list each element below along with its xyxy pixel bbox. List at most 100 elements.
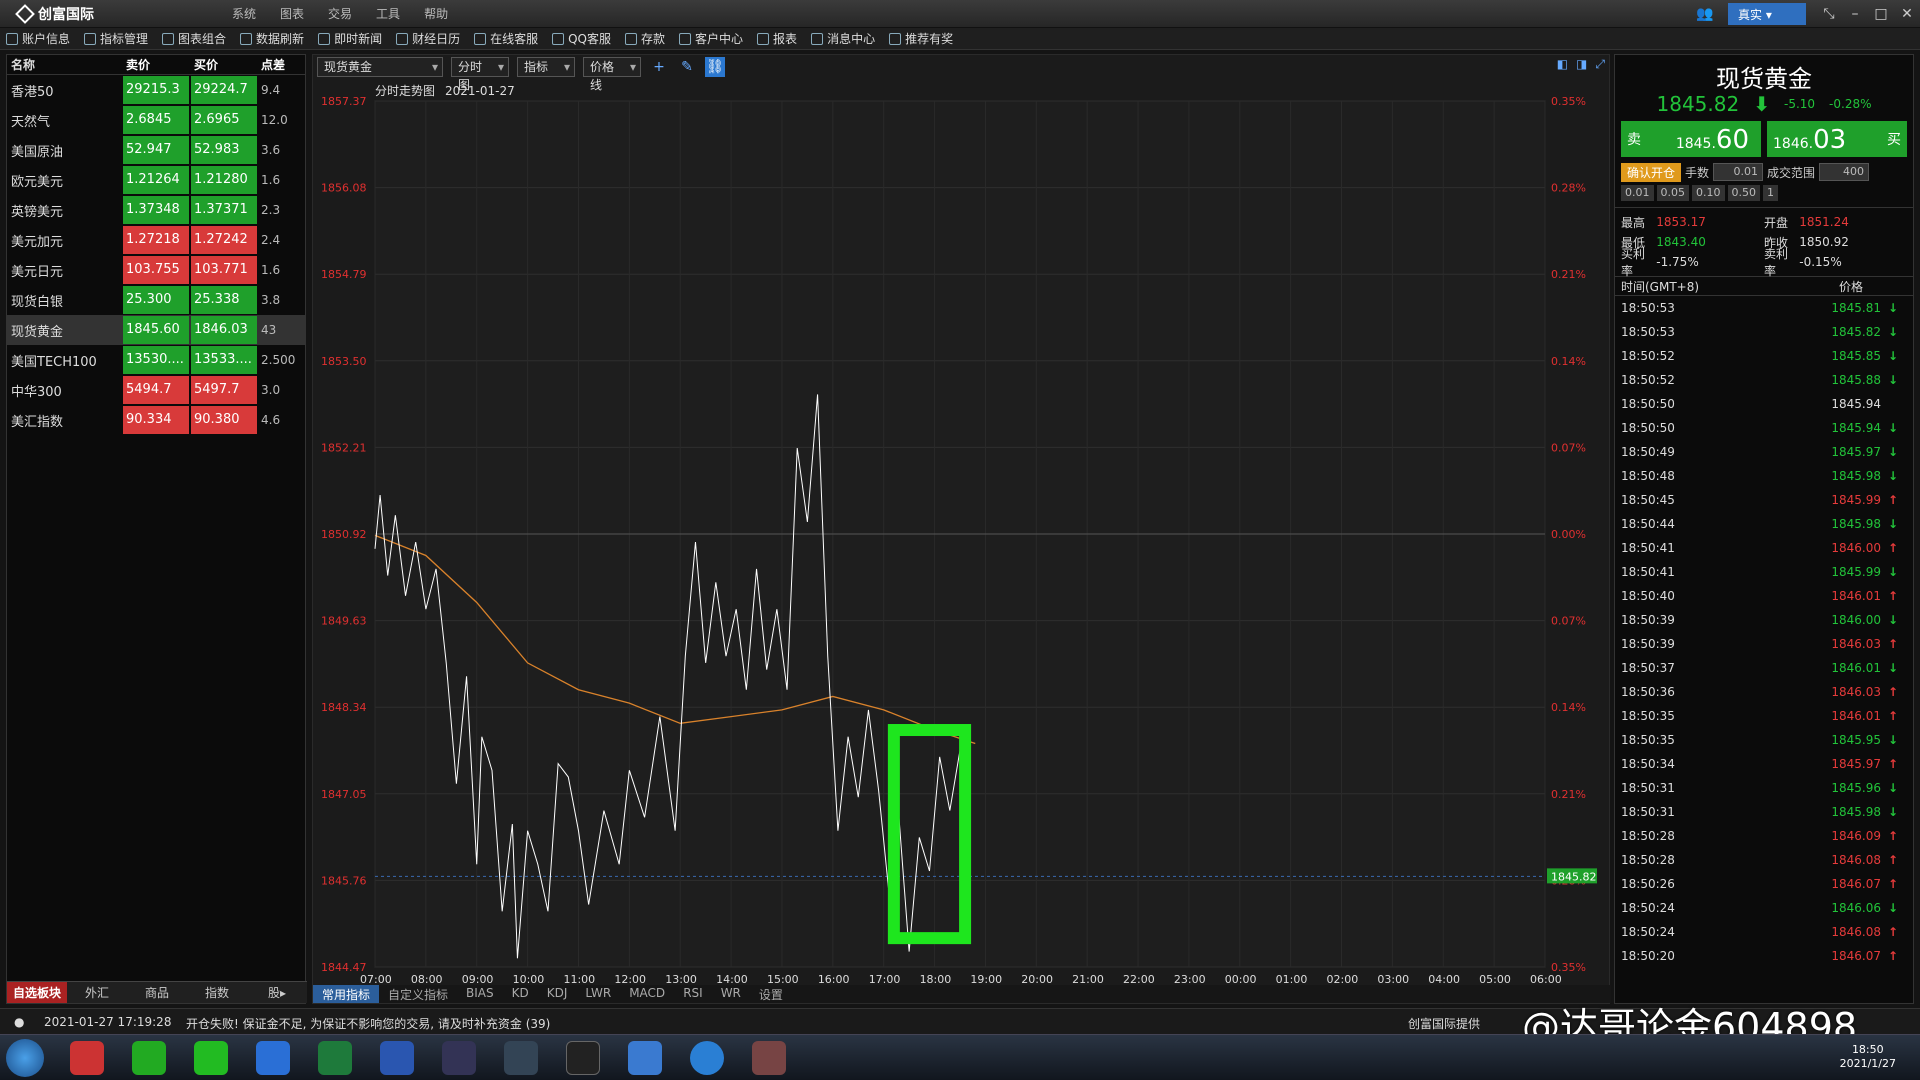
excel-icon[interactable]: [318, 1041, 352, 1075]
link-icon[interactable]: ⛓: [705, 57, 725, 77]
fullscreen-icon[interactable]: ⤢: [1595, 57, 1605, 72]
bid-price[interactable]: 1.27218: [123, 226, 189, 254]
toolbar-item-5[interactable]: 财经日历: [396, 30, 460, 47]
bid-price[interactable]: 90.334: [123, 406, 189, 434]
user-icon[interactable]: 👥: [1692, 6, 1718, 22]
bid-price[interactable]: 2.6845: [123, 106, 189, 134]
watchlist-row[interactable]: 中华300 5494.7 5497.7 3.0: [7, 375, 305, 405]
paint-icon[interactable]: [752, 1041, 786, 1075]
watchlist-row[interactable]: 美国TECH100 13530.... 13533.... 2.500: [7, 345, 305, 375]
watchlist-row[interactable]: 美国原油 52.947 52.983 3.6: [7, 135, 305, 165]
maximize-button[interactable]: □: [1868, 6, 1894, 22]
chart-app-icon[interactable]: [442, 1041, 476, 1075]
toolbar-item-1[interactable]: 指标管理: [84, 30, 148, 47]
watchlist-row[interactable]: 英镑美元 1.37348 1.37371 2.3: [7, 195, 305, 225]
watchlist-tab-2[interactable]: 商品: [127, 982, 187, 1003]
word-icon[interactable]: [380, 1041, 414, 1075]
layout-right-icon[interactable]: ◨: [1576, 57, 1587, 72]
indicator-tab-9[interactable]: 设置: [750, 985, 792, 1003]
lot-preset[interactable]: 1: [1763, 185, 1778, 201]
layout-left-icon[interactable]: ◧: [1557, 57, 1568, 72]
window-icon[interactable]: [628, 1041, 662, 1075]
watchlist-row[interactable]: 欧元美元 1.21264 1.21280 1.6: [7, 165, 305, 195]
shrink-icon[interactable]: ⤡: [1816, 6, 1842, 22]
app-icon-1[interactable]: [70, 1041, 104, 1075]
watchlist-row[interactable]: 现货白银 25.300 25.338 3.8: [7, 285, 305, 315]
toolbar-item-2[interactable]: 图表组合: [162, 30, 226, 47]
ask-price[interactable]: 52.983: [191, 136, 257, 164]
ask-price[interactable]: 1.37371: [191, 196, 257, 224]
buy-button[interactable]: 1846.03 买: [1767, 121, 1907, 157]
lots-input[interactable]: 0.01: [1713, 163, 1764, 181]
start-button[interactable]: [6, 1039, 44, 1077]
watchlist-tab-0[interactable]: 自选板块: [7, 982, 67, 1003]
toolbar-item-9[interactable]: 客户中心: [679, 30, 743, 47]
ask-price[interactable]: 1846.03: [191, 316, 257, 344]
menu-tools[interactable]: 工具: [376, 5, 400, 22]
toolbar-item-6[interactable]: 在线客服: [474, 30, 538, 47]
ask-price[interactable]: 1.21280: [191, 166, 257, 194]
ask-price[interactable]: 1.27242: [191, 226, 257, 254]
ask-price[interactable]: 25.338: [191, 286, 257, 314]
sogou-icon[interactable]: [690, 1041, 724, 1075]
toolbar-item-7[interactable]: QQ客服: [552, 30, 611, 47]
toolbar-item-10[interactable]: 报表: [757, 30, 797, 47]
watchlist-row[interactable]: 美元加元 1.27218 1.27242 2.4: [7, 225, 305, 255]
lot-preset[interactable]: 0.01: [1621, 185, 1654, 201]
watchlist-row[interactable]: 天然气 2.6845 2.6965 12.0: [7, 105, 305, 135]
menu-chart[interactable]: 图表: [280, 5, 304, 22]
sell-button[interactable]: 卖 1845.60: [1621, 121, 1761, 157]
crosshair-icon[interactable]: +: [649, 57, 669, 77]
bid-price[interactable]: 1.21264: [123, 166, 189, 194]
ask-price[interactable]: 103.771: [191, 256, 257, 284]
clock[interactable]: 18:50 2021/1/27: [1840, 1043, 1896, 1071]
watchlist-tab-1[interactable]: 外汇: [67, 982, 127, 1003]
indicator-tab-0[interactable]: 常用指标: [313, 985, 380, 1003]
wechat-icon[interactable]: [194, 1041, 228, 1075]
watchlist-row[interactable]: 美汇指数 90.334 90.380 4.6: [7, 405, 305, 435]
toolbar-item-4[interactable]: 即时新闻: [318, 30, 382, 47]
bid-price[interactable]: 52.947: [123, 136, 189, 164]
indicator-tab-7[interactable]: RSI: [674, 985, 712, 1003]
indicator-tab-5[interactable]: LWR: [576, 985, 620, 1003]
watchlist-row[interactable]: 香港50 29215.3 29224.7 9.4: [7, 75, 305, 105]
bid-price[interactable]: 1.37348: [123, 196, 189, 224]
ask-price[interactable]: 29224.7: [191, 76, 257, 104]
toolbar-item-8[interactable]: 存款: [625, 30, 665, 47]
indicator-select[interactable]: 指标: [517, 57, 575, 77]
col-spread[interactable]: 点差: [257, 56, 305, 73]
toolbar-item-0[interactable]: 账户信息: [6, 30, 70, 47]
toolbar-item-11[interactable]: 消息中心: [811, 30, 875, 47]
col-name[interactable]: 名称: [7, 56, 123, 73]
indicator-tab-6[interactable]: MACD: [620, 985, 674, 1003]
bid-price[interactable]: 25.300: [123, 286, 189, 314]
watchlist-tab-4[interactable]: 股▸: [247, 982, 307, 1003]
ask-price[interactable]: 2.6965: [191, 106, 257, 134]
account-mode-select[interactable]: 真实 ▾: [1728, 3, 1806, 25]
watchlist-row[interactable]: 现货黄金 1845.60 1846.03 43: [7, 315, 305, 345]
toolbar-item-12[interactable]: 推荐有奖: [889, 30, 953, 47]
intraday-chart[interactable]: 1857.37 0.35% 1856.08 0.28% 1854.79 0.21% 1853…: [313, 79, 1611, 987]
menu-trade[interactable]: 交易: [328, 5, 352, 22]
bid-price[interactable]: 29215.3: [123, 76, 189, 104]
iqiyi-icon[interactable]: [132, 1041, 166, 1075]
menu-help[interactable]: 帮助: [424, 5, 448, 22]
col-ask[interactable]: 买价: [191, 51, 257, 79]
bid-price[interactable]: 103.755: [123, 256, 189, 284]
range-input[interactable]: 400: [1819, 163, 1870, 181]
pencil-icon[interactable]: ✎: [677, 57, 697, 77]
col-bid[interactable]: 卖价: [123, 51, 189, 79]
ask-price[interactable]: 13533....: [191, 346, 257, 374]
bid-price[interactable]: 5494.7: [123, 376, 189, 404]
ask-price[interactable]: 90.380: [191, 406, 257, 434]
bid-price[interactable]: 1845.60: [123, 316, 189, 344]
wps-icon[interactable]: [256, 1041, 290, 1075]
indicator-tab-4[interactable]: KDJ: [538, 985, 577, 1003]
confirm-open-button[interactable]: 确认开仓: [1621, 162, 1682, 182]
lot-preset[interactable]: 0.05: [1656, 185, 1689, 201]
symbol-select[interactable]: 现货黄金: [317, 57, 443, 77]
lot-preset[interactable]: 0.50: [1727, 185, 1760, 201]
bid-price[interactable]: 13530....: [123, 346, 189, 374]
minimize-button[interactable]: –: [1842, 6, 1868, 22]
trading-app-icon[interactable]: [504, 1041, 538, 1075]
